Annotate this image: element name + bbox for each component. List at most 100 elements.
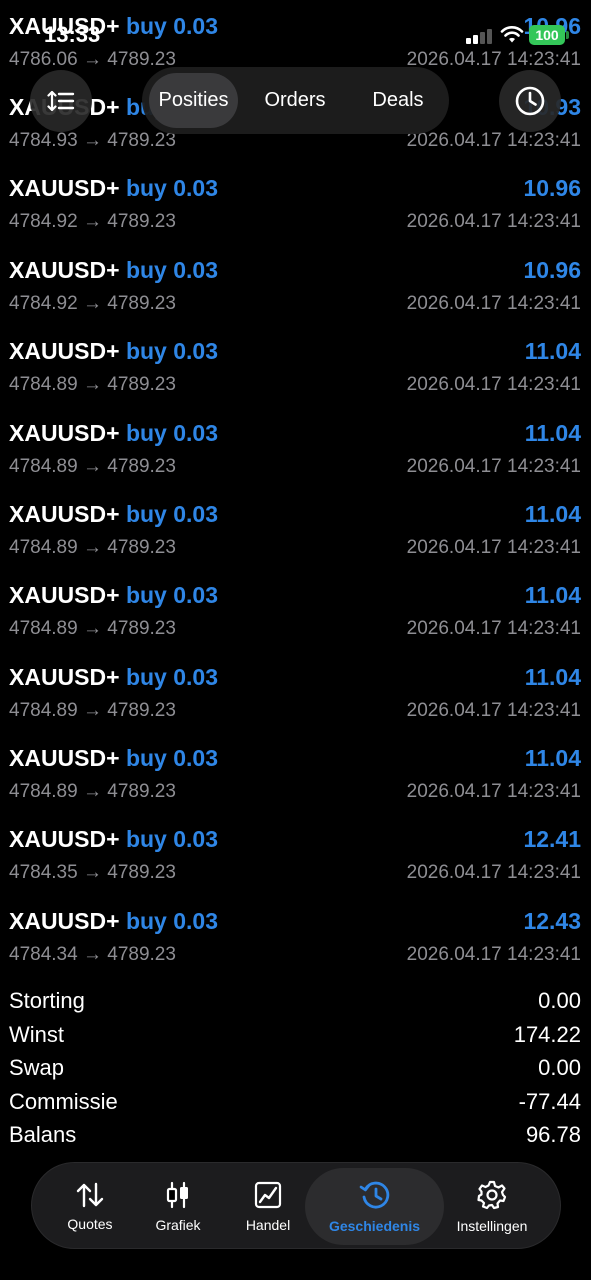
arrow-icon: →: [82, 700, 102, 721]
arrow-icon: →: [82, 781, 102, 802]
deal-time: 2026.04.17 14:23:41: [406, 781, 581, 802]
tab-label: Quotes: [67, 1215, 113, 1232]
deal-profit: 12.41: [523, 826, 581, 852]
wifi-icon: [500, 26, 524, 43]
battery-tip: [566, 31, 569, 39]
deal-row[interactable]: XAUUSD+ buy 0.03 12.43 4784.34 → 4789.23 20…: [0, 908, 591, 989]
open-price: 4784.89: [9, 374, 78, 395]
symbol-text: XAUUSD+: [9, 908, 120, 934]
close-price: 4789.23: [107, 211, 176, 232]
summary-row: Winst 174.22: [0, 1022, 591, 1056]
open-price: 4784.92: [9, 211, 78, 232]
deal-time: 2026.04.17 14:23:41: [406, 618, 581, 639]
deal-symbol: XAUUSD+ buy 0.03: [9, 826, 218, 853]
arrow-icon: →: [82, 862, 102, 883]
deal-prices: 4784.89 → 4789.23: [9, 374, 176, 396]
deal-symbol: XAUUSD+ buy 0.03: [9, 745, 218, 772]
arrow-icon: →: [82, 130, 102, 151]
deal-time: 2026.04.17 14:23:41: [406, 944, 581, 965]
open-price: 4784.89: [9, 456, 78, 477]
deal-side: buy 0.03: [125, 582, 218, 608]
deal-time: 2026.04.17 14:23:41: [406, 130, 581, 151]
arrow-icon: →: [82, 211, 102, 232]
deal-row[interactable]: XAUUSD+ buy 0.03 11.04 4784.89 → 4789.23 20…: [0, 420, 591, 501]
deal-row[interactable]: XAUUSD+ buy 0.03 10.96 4784.92 → 4789.23 20…: [0, 175, 591, 256]
deal-side: buy 0.03: [125, 826, 218, 852]
segment-label: Deals: [372, 89, 424, 111]
summary-row: Storting 0.00: [0, 988, 591, 1022]
tab-grafiek[interactable]: Grafiek: [142, 1163, 214, 1250]
segment-posities[interactable]: Posities: [149, 73, 238, 128]
symbol-text: XAUUSD+: [9, 257, 120, 283]
close-price: 4789.23: [107, 944, 176, 965]
open-price: 4784.89: [9, 700, 78, 721]
deal-row[interactable]: XAUUSD+ buy 0.03 11.04 4784.89 → 4789.23 20…: [0, 582, 591, 663]
deal-time: 2026.04.17 14:23:41: [406, 211, 581, 232]
open-price: 4784.35: [9, 862, 78, 883]
arrow-icon: →: [82, 537, 102, 558]
bottom-tab-bar: Quotes Grafiek Handel Geschiedenis Inste…: [31, 1162, 561, 1249]
deal-prices: 4784.89 → 4789.23: [9, 537, 176, 559]
deal-prices: 4784.93 → 4789.23: [9, 130, 176, 152]
view-segmented-control: Posities Orders Deals: [142, 67, 449, 134]
tab-instellingen[interactable]: Instellingen: [447, 1163, 537, 1250]
deal-side: buy 0.03: [125, 501, 218, 527]
period-button[interactable]: [499, 70, 561, 132]
deal-prices: 4784.35 → 4789.23: [9, 862, 176, 884]
deal-profit: 11.04: [524, 664, 581, 690]
tab-geschiedenis[interactable]: Geschiedenis: [305, 1168, 444, 1245]
deal-symbol: XAUUSD+ buy 0.03: [9, 582, 218, 609]
deal-time: 2026.04.17 14:23:41: [406, 293, 581, 314]
deal-row[interactable]: XAUUSD+ buy 0.03 12.41 4784.35 → 4789.23 20…: [0, 826, 591, 907]
close-price: 4789.23: [107, 293, 176, 314]
deal-prices: 4784.92 → 4789.23: [9, 211, 176, 233]
symbol-text: XAUUSD+: [9, 664, 120, 690]
tab-quotes[interactable]: Quotes: [54, 1163, 126, 1250]
summary-row: Swap 0.00: [0, 1055, 591, 1089]
close-price: 4789.23: [107, 700, 176, 721]
summary-value: 0.00: [538, 1055, 581, 1080]
deal-time: 2026.04.17 14:23:41: [406, 862, 581, 883]
summary-value: 0.00: [538, 988, 581, 1013]
segment-orders[interactable]: Orders: [248, 73, 342, 128]
deal-symbol: XAUUSD+ buy 0.03: [9, 257, 218, 284]
quotes-icon: [76, 1182, 104, 1207]
close-price: 4789.23: [107, 781, 176, 802]
deal-prices: 4784.89 → 4789.23: [9, 456, 176, 478]
clock-icon: [515, 86, 545, 116]
trade-chart-icon: [254, 1181, 282, 1208]
close-price: 4789.23: [107, 456, 176, 477]
deal-symbol: XAUUSD+ buy 0.03: [9, 664, 218, 691]
deal-symbol: XAUUSD+ buy 0.03: [9, 908, 218, 935]
deal-side: buy 0.03: [125, 745, 218, 771]
deal-profit: 11.04: [524, 501, 581, 527]
open-price: 4784.93: [9, 130, 78, 151]
deal-row[interactable]: XAUUSD+ buy 0.03 11.04 4784.89 → 4789.23 20…: [0, 338, 591, 419]
signal-icon: [466, 28, 494, 44]
deal-time: 2026.04.17 14:23:41: [406, 537, 581, 558]
status-bar: 13:33 100: [0, 0, 591, 70]
summary-value: 174.22: [513, 1021, 581, 1047]
deal-prices: 4784.34 → 4789.23: [9, 944, 176, 966]
deal-row[interactable]: XAUUSD+ buy 0.03 11.04 4784.89 → 4789.23 20…: [0, 501, 591, 582]
summary-label: Balans: [9, 1122, 77, 1147]
arrow-icon: →: [82, 374, 102, 395]
deal-row[interactable]: XAUUSD+ buy 0.03 11.04 4784.89 → 4789.23 20…: [0, 664, 591, 745]
symbol-text: XAUUSD+: [9, 175, 120, 201]
symbol-text: XAUUSD+: [9, 501, 120, 527]
sort-button[interactable]: [30, 70, 92, 132]
arrow-icon: →: [82, 293, 102, 314]
segment-deals[interactable]: Deals: [352, 73, 444, 128]
deal-time: 2026.04.17 14:23:41: [406, 456, 581, 477]
open-price: 4784.34: [9, 944, 78, 965]
deal-row[interactable]: XAUUSD+ buy 0.03 11.04 4784.89 → 4789.23 20…: [0, 745, 591, 826]
open-price: 4784.89: [9, 618, 78, 639]
summary-label: Winst: [9, 1021, 64, 1047]
history-icon: [359, 1181, 389, 1208]
deal-row[interactable]: XAUUSD+ buy 0.03 10.96 4784.92 → 4789.23 20…: [0, 257, 591, 338]
deal-prices: 4784.89 → 4789.23: [9, 781, 176, 803]
segment-label: Posities: [158, 89, 229, 111]
summary-label: Storting: [9, 988, 85, 1013]
tab-label: Grafiek: [155, 1216, 201, 1233]
tab-handel[interactable]: Handel: [232, 1163, 304, 1250]
